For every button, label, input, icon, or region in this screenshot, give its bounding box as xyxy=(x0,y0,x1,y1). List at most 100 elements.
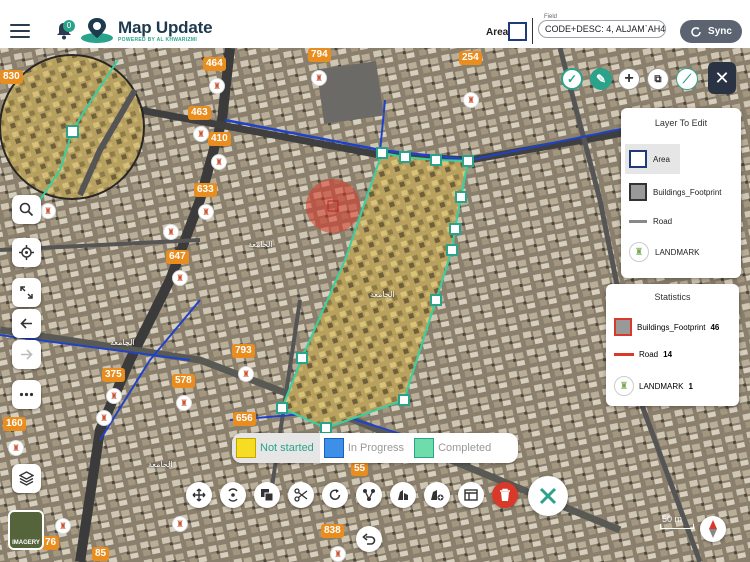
parcel-label: 160 xyxy=(3,417,26,431)
rotate-tool[interactable] xyxy=(322,482,348,508)
copy-button[interactable]: ⧉ xyxy=(647,68,669,90)
building-swatch-icon xyxy=(629,183,647,201)
cancel-edit-button[interactable] xyxy=(528,476,568,516)
logo-title: Map Update xyxy=(118,18,213,37)
expand-icon xyxy=(20,286,33,299)
landmark-icon[interactable]: ♜ xyxy=(198,204,214,220)
back-button[interactable] xyxy=(12,309,41,338)
landmark-icon[interactable]: ♜ xyxy=(96,410,112,426)
merge-tool[interactable] xyxy=(390,482,416,508)
landmark-icon[interactable]: ♜ xyxy=(193,126,209,142)
attributes-tool[interactable] xyxy=(458,482,484,508)
move-tool[interactable] xyxy=(186,482,212,508)
layer-panel-title: Layer To Edit xyxy=(654,118,708,128)
building-swatch-icon xyxy=(614,318,632,336)
landmark-icon[interactable]: ♜ xyxy=(238,366,254,382)
edit-button[interactable]: ✎ xyxy=(590,68,612,90)
landmark-icon: ♜ xyxy=(614,376,634,396)
undo-button[interactable] xyxy=(356,526,382,552)
fullscreen-button[interactable] xyxy=(12,278,41,307)
layer-item-buildings[interactable]: Buildings_Footprint xyxy=(625,177,737,207)
landmark-icon[interactable]: ♜ xyxy=(209,78,225,94)
reshape-tool[interactable] xyxy=(220,482,246,508)
status-completed[interactable]: Completed xyxy=(410,433,491,463)
landmark-icon[interactable]: ♜ xyxy=(8,440,24,456)
confirm-button[interactable]: ✓ xyxy=(561,68,583,90)
hamburger-menu-icon[interactable] xyxy=(10,24,30,40)
landmark-icon[interactable]: ♜ xyxy=(40,203,56,219)
search-button[interactable] xyxy=(12,195,41,224)
street-label: الجامعة xyxy=(248,240,273,249)
draw-button[interactable]: ⟋ xyxy=(676,68,698,90)
status-in-progress[interactable]: In Progress xyxy=(320,433,410,463)
edit-toolbar xyxy=(186,482,518,508)
layer-item-road[interactable]: Road xyxy=(625,206,737,236)
forward-button[interactable] xyxy=(12,340,41,369)
vertex-icon xyxy=(363,489,375,501)
field-caption: Field xyxy=(542,14,560,20)
landmark-icon[interactable]: ♜ xyxy=(172,270,188,286)
landmark-icon[interactable]: ♜ xyxy=(163,224,179,240)
landmark-icon[interactable]: ♜ xyxy=(330,546,346,562)
crosshair-icon xyxy=(19,245,34,260)
undo-icon xyxy=(362,533,376,545)
duplicate-tool[interactable] xyxy=(254,482,280,508)
layer-label: Road xyxy=(653,216,673,226)
in-progress-swatch xyxy=(323,438,344,458)
layers-button[interactable] xyxy=(12,464,41,493)
copy-icon: ⧉ xyxy=(654,73,662,85)
landmark-icon[interactable]: ♜ xyxy=(463,92,479,108)
completed-swatch xyxy=(414,438,435,458)
more-button[interactable] xyxy=(12,380,41,409)
scale-bar xyxy=(660,524,694,529)
landmark-icon[interactable]: ♜ xyxy=(55,518,71,534)
delete-tool[interactable] xyxy=(492,482,518,508)
close-icon: ✕ xyxy=(714,67,730,88)
plus-icon: + xyxy=(624,70,634,87)
compass-button[interactable] xyxy=(700,516,726,542)
landmark-icon[interactable]: ♜ xyxy=(106,388,122,404)
vertex-tool[interactable] xyxy=(356,482,382,508)
stat-label: Road xyxy=(639,350,659,359)
locate-button[interactable] xyxy=(12,238,41,267)
parcel-label: 76 xyxy=(42,536,60,550)
layers-icon xyxy=(19,471,34,486)
app-header: 0 Map Update POWERED BY AL KHWARIZMI Are… xyxy=(0,0,750,48)
layer-item-area[interactable]: Area xyxy=(625,144,680,174)
close-button[interactable]: ✕ xyxy=(708,62,736,94)
parcel-label: 254 xyxy=(459,51,482,65)
road-line-icon xyxy=(614,353,634,356)
add-button[interactable]: + xyxy=(618,68,640,90)
duplicate-icon xyxy=(261,489,274,502)
landmark-icon: ♜ xyxy=(629,242,649,262)
parcel-label: 85 xyxy=(92,547,110,561)
parcel-label: 578 xyxy=(172,374,195,388)
add-part-tool[interactable] xyxy=(424,482,450,508)
layer-item-landmark[interactable]: ♜ LANDMARK xyxy=(625,237,737,267)
wand-icon: ⟋ xyxy=(682,71,692,86)
search-icon xyxy=(19,202,34,217)
split-tool[interactable] xyxy=(288,482,314,508)
landmark-icon[interactable]: ♜ xyxy=(172,516,188,532)
parcel-label: 375 xyxy=(102,368,125,382)
road-line-icon xyxy=(629,219,647,223)
logo-subtitle: POWERED BY AL KHWARIZMI xyxy=(118,37,198,43)
landmark-icon[interactable]: ♜ xyxy=(211,154,227,170)
landmark-icon[interactable]: ♜ xyxy=(176,395,192,411)
parcel-label: 55 xyxy=(351,462,369,476)
status-label: Not started xyxy=(260,442,314,454)
parcel-label: 793 xyxy=(232,344,255,358)
parcel-label: 656 xyxy=(233,412,256,426)
field-selector[interactable]: CODE+DESC: 4, ALJAM`AH4 xyxy=(538,20,666,38)
status-not-started[interactable]: Not started xyxy=(232,433,320,463)
imagery-toggle[interactable]: IMAGERY xyxy=(8,510,44,550)
status-legend: Not started In Progress Completed xyxy=(232,433,518,463)
arrow-right-icon xyxy=(21,349,33,360)
stat-row-buildings: Buildings_Footprint 46 xyxy=(614,318,719,336)
landmark-icon[interactable]: ♜ xyxy=(311,70,327,86)
sync-button[interactable]: Sync xyxy=(680,20,742,43)
status-label: Completed xyxy=(438,442,492,454)
divider xyxy=(532,18,533,44)
area-layer-swatch[interactable] xyxy=(508,22,527,41)
parcel-label: 830 xyxy=(0,70,23,84)
